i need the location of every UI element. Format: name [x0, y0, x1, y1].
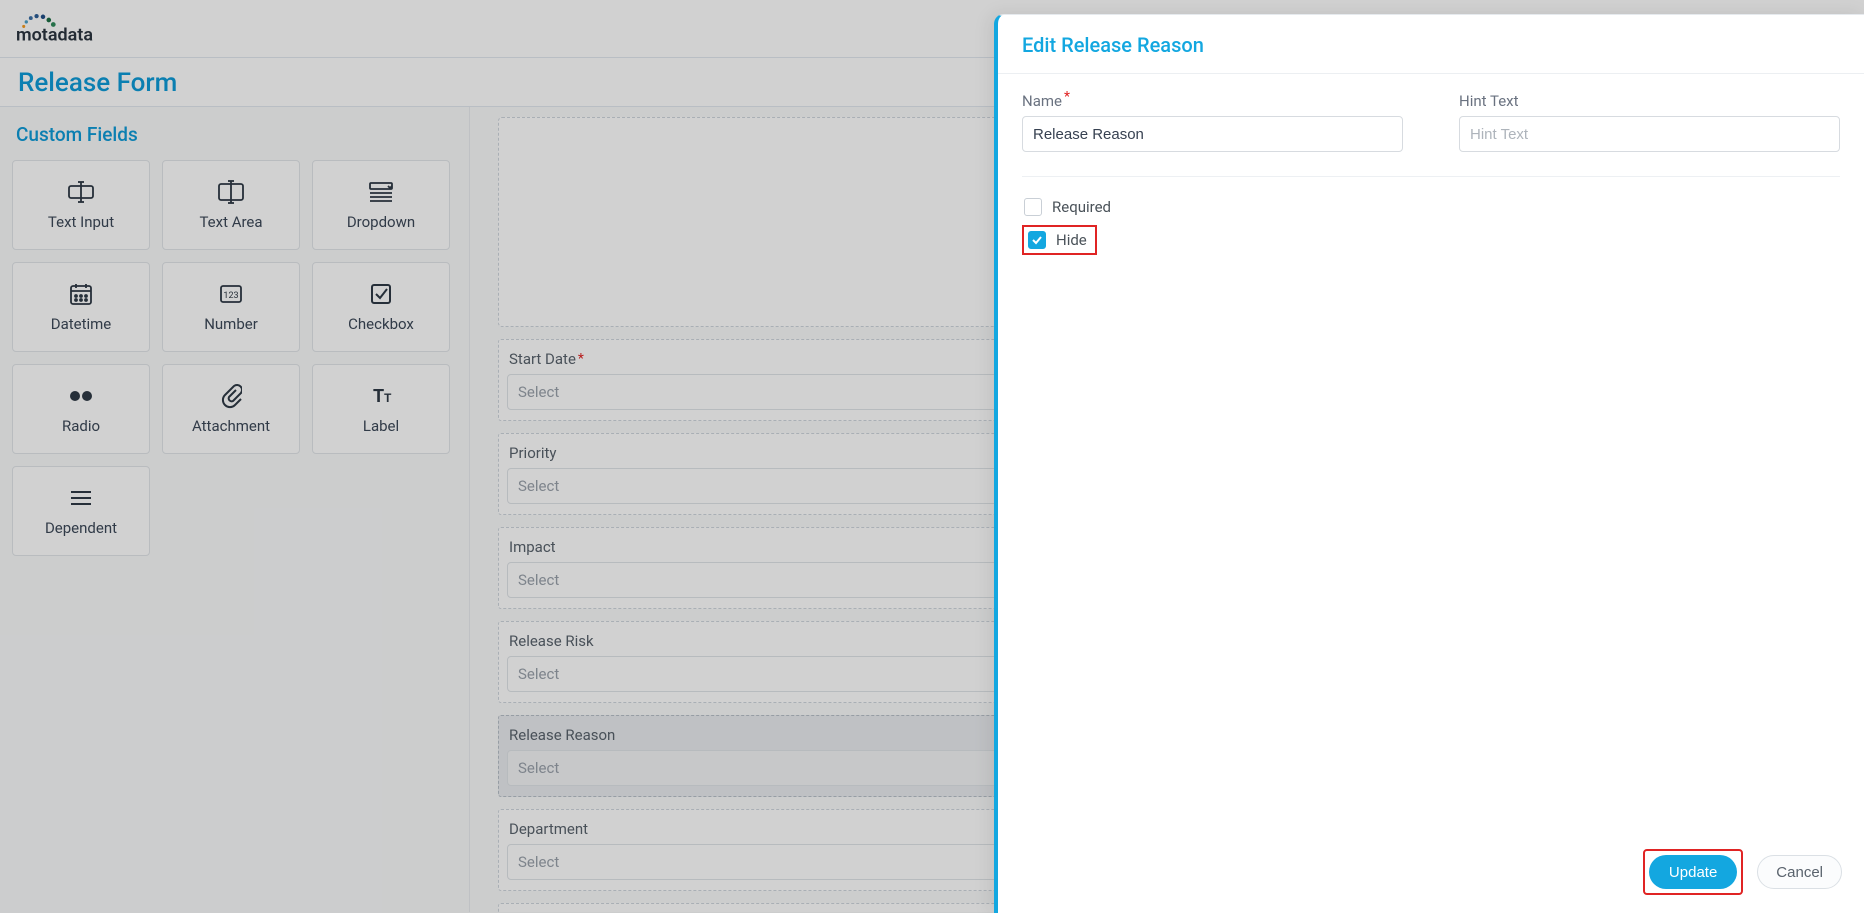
hide-checkbox-label: Hide [1056, 231, 1087, 249]
drawer-title: Edit Release Reason [998, 15, 1864, 74]
drawer-body: Name * Hint Text Required Hide [998, 74, 1864, 835]
required-checkbox-row[interactable]: Required [1022, 195, 1840, 219]
cancel-button[interactable]: Cancel [1757, 855, 1842, 889]
hide-checkbox-highlight: Hide [1022, 225, 1097, 255]
hint-field-label: Hint Text [1459, 92, 1840, 110]
divider [1022, 176, 1840, 177]
name-label-text: Name [1022, 92, 1062, 110]
hide-checkbox[interactable] [1028, 231, 1046, 249]
hint-label-text: Hint Text [1459, 92, 1519, 110]
hint-input[interactable] [1459, 116, 1840, 152]
required-checkbox[interactable] [1024, 198, 1042, 216]
update-button-highlight: Update [1643, 849, 1743, 895]
edit-field-drawer: Edit Release Reason Name * Hint Text Req… [994, 14, 1864, 913]
name-input[interactable] [1022, 116, 1403, 152]
required-checkbox-label: Required [1052, 198, 1111, 216]
drawer-footer: Update Cancel [998, 835, 1864, 913]
required-star-icon: * [1064, 89, 1070, 105]
name-field-label: Name * [1022, 92, 1403, 110]
update-button[interactable]: Update [1649, 855, 1737, 889]
